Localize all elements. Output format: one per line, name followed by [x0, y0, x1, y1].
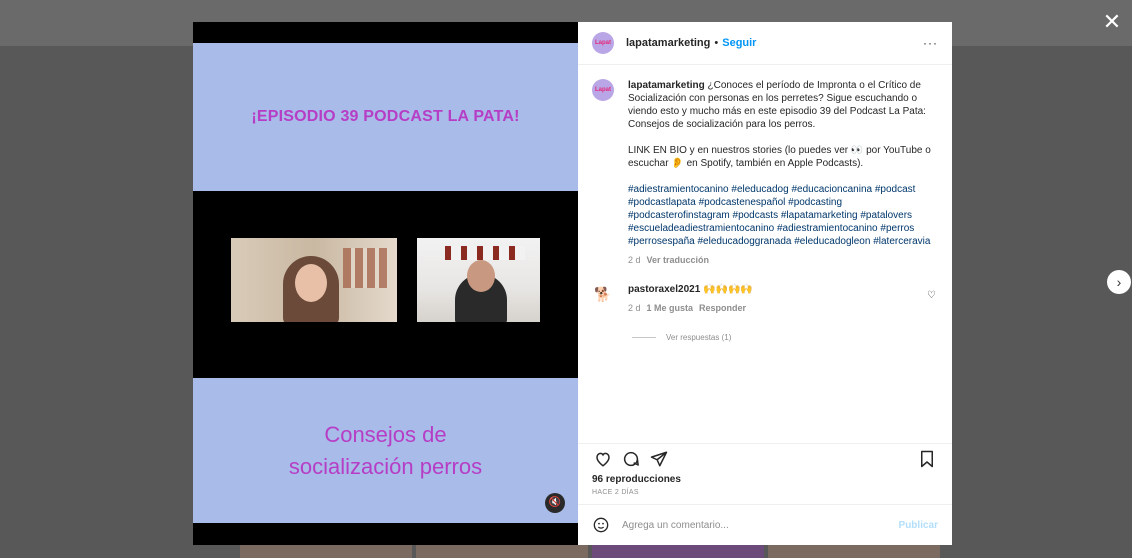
- mute-icon[interactable]: 🔇: [545, 493, 565, 513]
- publish-button[interactable]: Publicar: [899, 520, 938, 531]
- video-speaker-man: [417, 238, 540, 322]
- comment-icon[interactable]: [620, 448, 642, 470]
- avatar[interactable]: Lapat: [592, 32, 614, 54]
- separator-dot: •: [714, 37, 719, 49]
- caption-text: ¿Conoces el período de Impronta o el Crí…: [628, 80, 931, 169]
- media-bottom-panel: Consejos de socialización perros: [193, 378, 578, 523]
- comment-item: 🐕 pastoraxel2021 🙌🙌🙌🙌 2 d 1 Me gusta Respo…: [592, 283, 938, 315]
- follow-button[interactable]: Seguir: [722, 37, 756, 49]
- next-post-button[interactable]: ›: [1107, 270, 1131, 294]
- caption-avatar[interactable]: Lapat: [592, 79, 614, 101]
- view-replies-button[interactable]: Ver respuestas (1): [632, 331, 938, 344]
- replies-divider: [632, 337, 656, 338]
- share-icon[interactable]: [648, 448, 670, 470]
- posted-time: HACE 2 DÍAS: [592, 489, 639, 496]
- translate-button[interactable]: Ver traducción: [647, 255, 710, 265]
- post-modal: ¡EPISODIO 39 PODCAST LA PATA! Consejos d…: [193, 22, 952, 545]
- views-count[interactable]: 96 reproducciones: [578, 474, 952, 485]
- caption-hashtags[interactable]: #adiestramientocanino #eleducadog #educa…: [628, 183, 938, 248]
- video-speaker-woman: [231, 238, 397, 322]
- subtitle-line-1: Consejos de: [324, 421, 447, 447]
- caption-username[interactable]: lapatamarketing: [628, 80, 705, 91]
- media-top-panel: ¡EPISODIO 39 PODCAST LA PATA!: [193, 43, 578, 191]
- heart-icon[interactable]: [592, 448, 614, 470]
- background-thumbnails: [240, 545, 940, 558]
- episode-subtitle: Consejos de socialización perros: [289, 419, 482, 483]
- emoji-icon[interactable]: [592, 516, 610, 534]
- more-options-icon[interactable]: ···: [923, 36, 938, 50]
- comment-likes[interactable]: 1 Me gusta: [647, 303, 694, 313]
- post-actions: [578, 443, 952, 474]
- post-media[interactable]: ¡EPISODIO 39 PODCAST LA PATA! Consejos d…: [193, 22, 578, 545]
- subtitle-line-2: socialización perros: [288, 453, 483, 479]
- comment-input[interactable]: [620, 518, 899, 532]
- view-replies-label: Ver respuestas (1): [666, 333, 732, 342]
- commenter-username[interactable]: pastoraxel2021: [628, 284, 700, 295]
- comments-list[interactable]: Lapat lapatamarketing ¿Conoces el períod…: [578, 65, 952, 443]
- author-username[interactable]: lapatamarketing: [626, 37, 710, 49]
- reply-button[interactable]: Responder: [699, 303, 746, 313]
- post-sidebar: Lapat lapatamarketing • Seguir ··· Lapat…: [578, 22, 952, 545]
- comment-like-icon[interactable]: ♡: [927, 289, 936, 302]
- commenter-avatar[interactable]: 🐕: [592, 283, 614, 305]
- caption-time: 2 d: [628, 255, 641, 265]
- comment-text: 🙌🙌🙌🙌: [703, 284, 753, 295]
- comment-time: 2 d: [628, 303, 641, 313]
- episode-title: ¡EPISODIO 39 PODCAST LA PATA!: [251, 108, 520, 125]
- add-comment-bar: Publicar: [578, 504, 952, 545]
- bookmark-icon[interactable]: [916, 448, 938, 470]
- close-button[interactable]: ✕: [1100, 10, 1124, 34]
- post-header: Lapat lapatamarketing • Seguir ···: [578, 22, 952, 65]
- post-caption: Lapat lapatamarketing ¿Conoces el períod…: [592, 79, 938, 267]
